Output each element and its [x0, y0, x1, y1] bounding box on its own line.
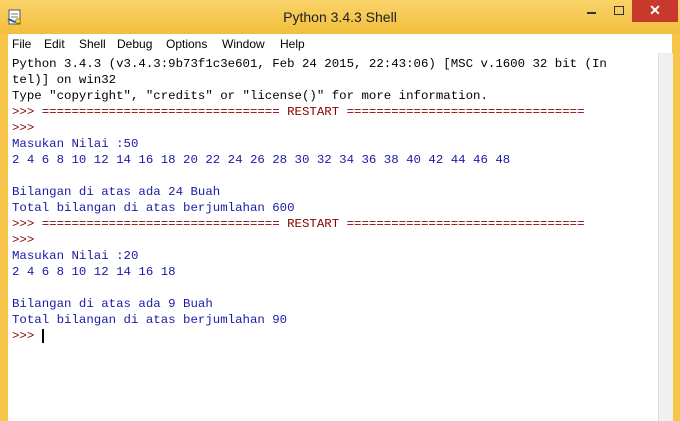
- shell-line: 2 4 6 8 10 12 14 16 18: [12, 265, 176, 279]
- shell-output-area[interactable]: Python 3.4.3 (v3.4.3:9b73f1c3e601, Feb 2…: [8, 53, 658, 421]
- close-icon: ✕: [649, 2, 661, 18]
- shell-line: Bilangan di atas ada 9 Buah: [12, 297, 213, 311]
- maximize-button[interactable]: [605, 0, 632, 22]
- shell-line: Masukan Nilai :20: [12, 249, 139, 263]
- menu-help[interactable]: Help: [280, 37, 305, 51]
- menu-edit[interactable]: Edit: [44, 37, 65, 51]
- shell-line: tel)] on win32: [12, 73, 117, 87]
- shell-prompt: >>>: [12, 233, 42, 247]
- shell-restart-line: >>> ================================ RES…: [12, 217, 585, 231]
- close-button[interactable]: ✕: [632, 0, 678, 22]
- shell-line: Total bilangan di atas berjumlahan 600: [12, 201, 295, 215]
- menu-shell[interactable]: Shell: [79, 37, 106, 51]
- shell-prompt: >>>: [12, 121, 42, 135]
- menu-debug[interactable]: Debug: [117, 37, 152, 51]
- shell-line: Bilangan di atas ada 24 Buah: [12, 185, 221, 199]
- shell-restart-line: >>> ================================ RES…: [12, 105, 585, 119]
- minimize-icon: [587, 12, 596, 14]
- shell-line: 2 4 6 8 10 12 14 16 18 20 22 24 26 28 30…: [12, 153, 511, 167]
- menu-options[interactable]: Options: [166, 37, 207, 51]
- minimize-button[interactable]: [577, 0, 605, 22]
- shell-input-prompt[interactable]: >>>: [12, 328, 42, 344]
- menu-file[interactable]: File: [12, 37, 31, 51]
- shell-line: Python 3.4.3 (v3.4.3:9b73f1c3e601, Feb 2…: [12, 57, 607, 71]
- idle-shell-window: Python 3.4.3 Shell ✕ File Edit Shell Deb…: [0, 0, 680, 421]
- maximize-icon: [614, 6, 624, 15]
- vertical-scrollbar[interactable]: [658, 53, 673, 421]
- shell-line: Masukan Nilai :50: [12, 137, 139, 151]
- menu-window[interactable]: Window: [222, 37, 265, 51]
- text-cursor: [42, 329, 44, 343]
- title-bar[interactable]: Python 3.4.3 Shell ✕: [0, 0, 680, 34]
- menu-bar: File Edit Shell Debug Options Window Hel…: [8, 34, 672, 54]
- shell-line: Type "copyright", "credits" or "license(…: [12, 89, 488, 103]
- shell-line: Total bilangan di atas berjumlahan 90: [12, 313, 288, 327]
